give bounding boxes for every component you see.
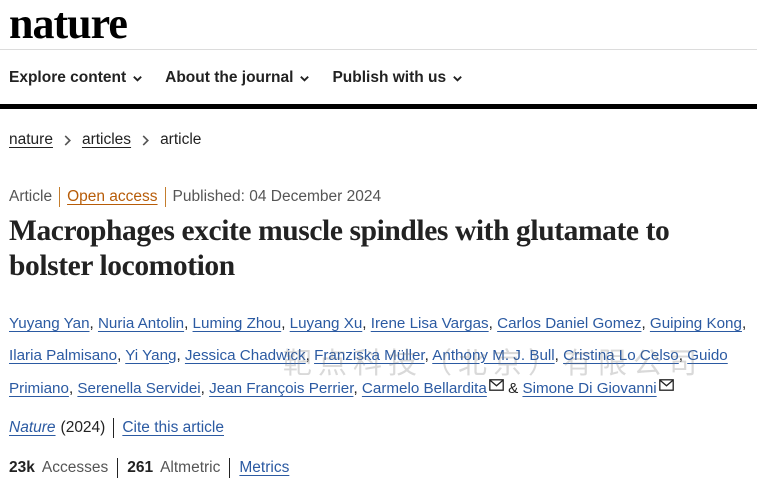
chevron-down-icon [453,75,462,82]
author-separator: , [678,346,688,364]
altmetric-label: Altmetric [160,459,221,476]
open-access-link[interactable]: Open access [67,188,157,206]
citation-divider [113,418,115,438]
author-separator: , [488,315,498,332]
chevron-down-icon [133,75,142,82]
chevron-down-icon [300,75,310,82]
main-nav: Explore content About the journal Publis… [9,66,485,90]
author-separator: , [641,315,650,332]
author-separator: , [353,380,362,397]
metrics-link[interactable]: Metrics [239,459,289,477]
author-link[interactable]: Ilaria Palmisano [9,347,117,364]
author-link[interactable]: Cristina Lo Celso [563,347,679,364]
author-link[interactable]: Franziska Müller [314,347,425,364]
journal-year: (2024) [60,419,106,436]
author-link[interactable]: Yi Yang [125,347,176,364]
article-type: Article [9,188,53,205]
meta-divider [164,187,166,207]
author-link[interactable]: Simone Di Giovanni [522,380,656,397]
author-separator: , [89,315,98,332]
author-link[interactable]: Carlos Daniel Gomez [497,315,641,332]
mail-icon[interactable] [658,371,674,391]
author-link[interactable]: Luming Zhou [193,315,282,332]
author-and: & [508,380,519,397]
breadcrumb: nature articles article [9,131,201,149]
author-separator: , [741,315,747,332]
author-link[interactable]: Luyang Xu [290,315,363,332]
author-separator: , [554,346,564,364]
nav-explore-content[interactable]: Explore content [9,69,143,87]
published-date: Published: 04 December 2024 [172,188,382,205]
author-link[interactable]: Jean François Perrier [209,380,353,397]
author-separator: , [362,315,371,332]
breadcrumb-nature[interactable]: nature [9,131,53,149]
nav-rule [0,104,757,109]
breadcrumb-current: article [160,131,202,148]
author-link[interactable]: Irene Lisa Vargas [371,315,489,332]
author-link[interactable]: Yuyang Yan [9,315,90,332]
nav-label: Explore content [9,69,127,86]
author-separator: , [200,380,210,397]
nav-publish-with-us[interactable]: Publish with us [332,69,463,87]
nav-about-the-journal[interactable]: About the journal [165,69,310,87]
mail-icon[interactable] [488,371,504,391]
nav-label: Publish with us [332,69,447,86]
author-separator: , [305,346,315,364]
altmetric-count: 261 [127,459,154,476]
author-separator: , [117,346,126,364]
chevron-right-icon [142,134,150,146]
citation-line: Nature (2024) Cite this article [9,418,224,438]
author-link[interactable]: Guiping Kong [650,315,742,332]
breadcrumb-articles[interactable]: articles [82,131,131,149]
accesses-count: 23k [9,459,35,476]
nav-label: About the journal [165,69,294,86]
header-divider [0,49,757,50]
metrics-divider [117,458,119,478]
author-link[interactable]: Nuria Antolin [98,315,184,332]
article-title: Macrophages excite muscle spindles with … [9,215,670,282]
article-metrics: 23k Accesses 261 Altmetric Metrics [9,458,289,478]
accesses-label: Accesses [41,459,109,476]
meta-divider [59,187,61,207]
author-link[interactable]: Jessica Chadwick [185,347,306,364]
author-link[interactable]: Serenella Servidei [77,380,200,397]
chevron-right-icon [64,134,71,146]
journal-name-link[interactable]: Nature [9,419,56,437]
author-separator: , [281,315,290,332]
author-separator: , [176,346,185,364]
nature-logo[interactable]: nature [9,0,128,49]
cite-this-article-link[interactable]: Cite this article [122,419,224,437]
article-meta: Article Open access Published: 04 Decemb… [9,187,381,207]
author-link[interactable]: Carmelo Bellardita [362,380,487,397]
author-list: Yuyang Yan, Nuria Antolin, Luming Zhou, … [9,308,749,405]
metrics-divider [229,458,231,478]
author-separator: , [184,315,193,332]
author-link[interactable]: Anthony M. J. Bull [432,347,554,364]
